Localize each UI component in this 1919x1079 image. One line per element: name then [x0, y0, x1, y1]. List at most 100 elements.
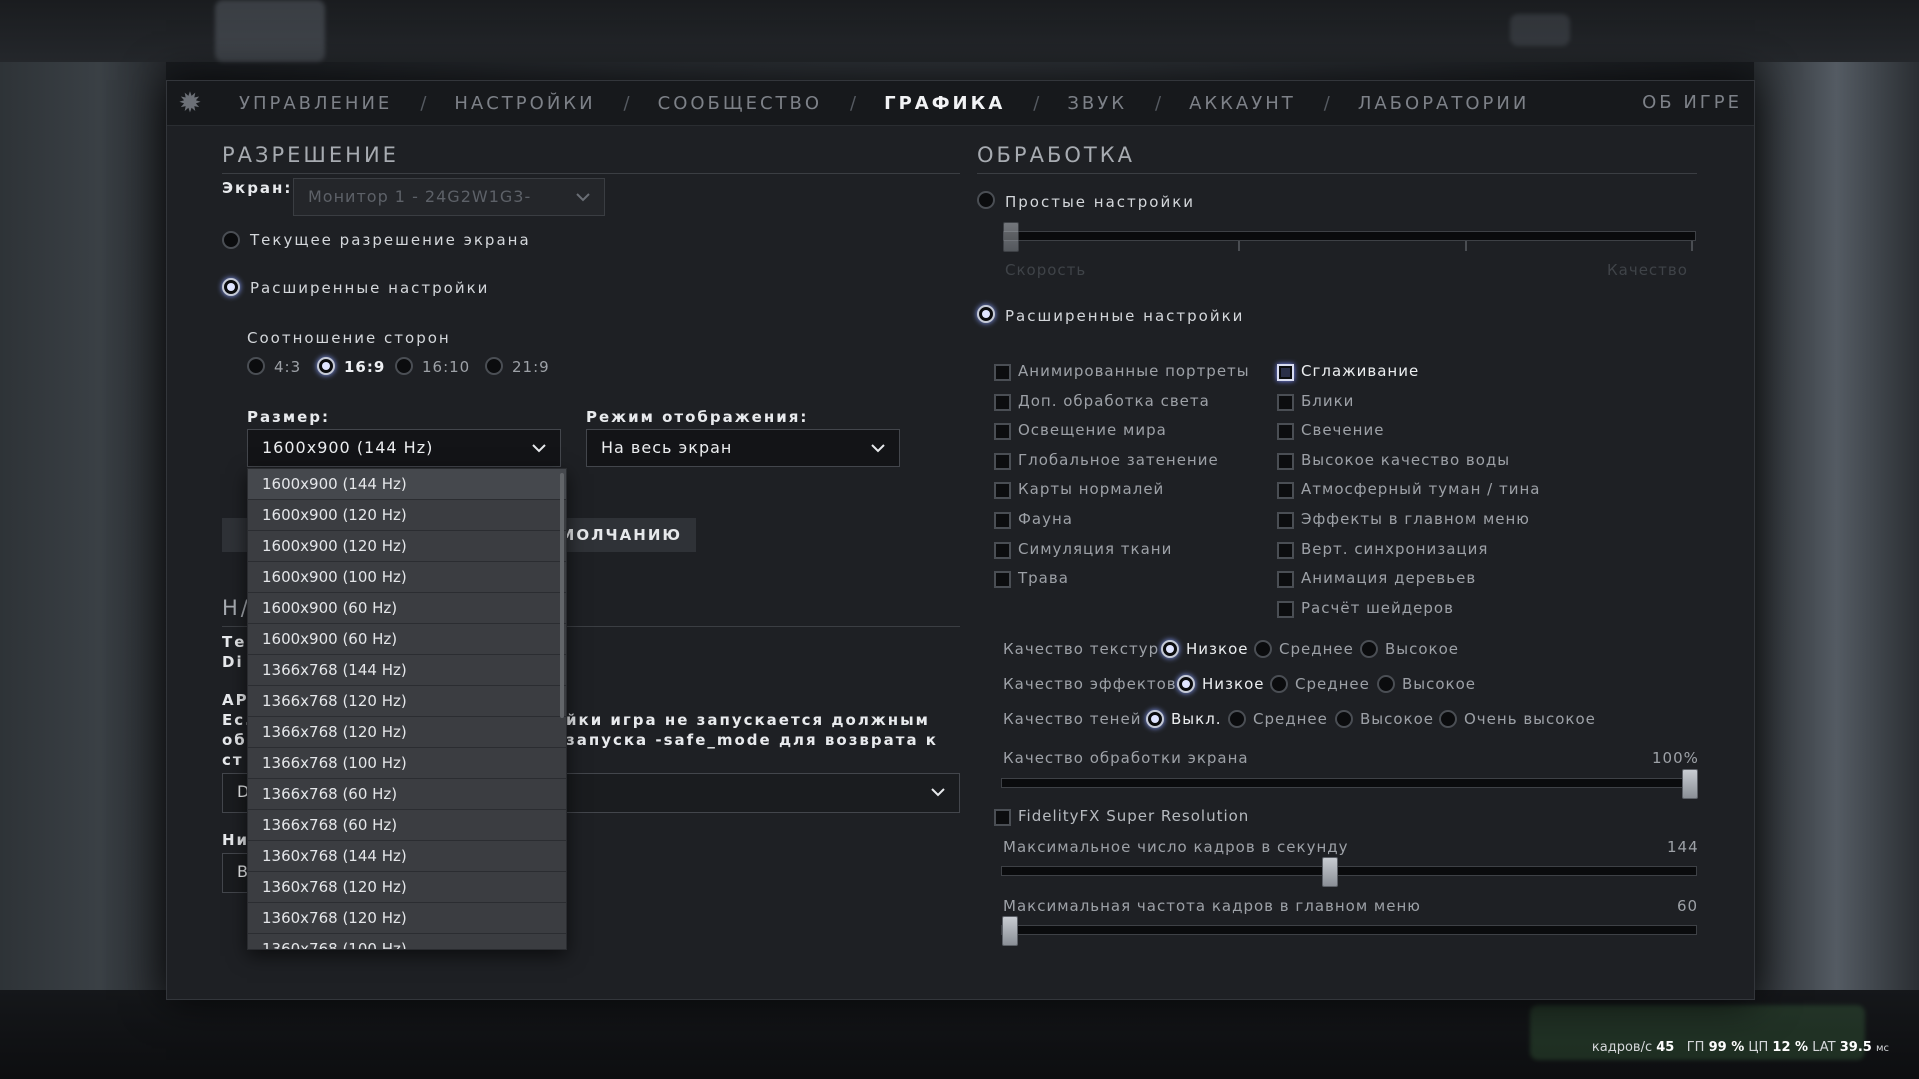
- graphics-option-label: Карты нормалей: [1018, 480, 1165, 499]
- graphics-option-checkbox[interactable]: [1277, 571, 1294, 589]
- slider-tick: [1465, 241, 1467, 251]
- resolution-title: РАЗРЕШЕНИЕ: [222, 143, 399, 167]
- partial-text: Те: [222, 633, 247, 651]
- chevron-down-icon: [929, 783, 947, 801]
- advanced-resolution-label: Расширенные настройки: [250, 279, 490, 297]
- graphics-option-label: Верт. синхронизация: [1301, 539, 1489, 558]
- radio-effects-high[interactable]: [1377, 675, 1395, 693]
- tab-about[interactable]: ОБ ИГРЕ: [1642, 81, 1742, 125]
- graphics-option-checkbox[interactable]: [1277, 364, 1294, 381]
- dropdown-scrollbar[interactable]: [560, 473, 564, 718]
- processing-title: ОБРАБОТКА: [977, 143, 1136, 167]
- simple-quality-thumb[interactable]: [1003, 222, 1019, 252]
- size-value: 1600x900 (144 Hz): [262, 438, 434, 457]
- nav-separator: /: [850, 92, 857, 114]
- graphics-option-checkbox[interactable]: [994, 512, 1011, 529]
- graphics-option-checkbox[interactable]: [1277, 482, 1294, 500]
- max-menu-fps-slider[interactable]: [1001, 916, 1697, 946]
- dropdown-option[interactable]: 1600x900 (144 Hz): [248, 469, 566, 500]
- simple-quality-slider[interactable]: [1003, 231, 1696, 241]
- tab-community[interactable]: СООБЩЕСТВО: [658, 93, 822, 114]
- tab-sound[interactable]: ЗВУК: [1067, 93, 1127, 114]
- display-mode-label: Режим отображения:: [586, 408, 809, 426]
- graphics-option-checkbox[interactable]: [1277, 600, 1294, 618]
- dropdown-option[interactable]: 1366x768 (100 Hz): [248, 748, 566, 779]
- graphics-option-label: Глобальное затенение: [1018, 450, 1219, 469]
- graphics-option-checkbox[interactable]: [994, 423, 1011, 441]
- fsr-checkbox[interactable]: [994, 809, 1011, 826]
- radio-texture-high[interactable]: [1360, 640, 1378, 658]
- screen-quality-label: Качество обработки экрана: [1003, 749, 1249, 767]
- dropdown-option[interactable]: 1360x768 (120 Hz): [248, 903, 566, 934]
- radio-advanced-resolution[interactable]: [222, 278, 240, 296]
- radio-shadow-high[interactable]: [1335, 710, 1353, 728]
- radio-advanced-processing[interactable]: [977, 305, 995, 323]
- graphics-option-checkbox[interactable]: [1277, 541, 1294, 559]
- graphics-option-checkbox[interactable]: [994, 571, 1011, 589]
- nav-separator: /: [623, 92, 630, 114]
- dropdown-option[interactable]: 1600x900 (120 Hz): [248, 531, 566, 562]
- radio-effects-medium[interactable]: [1270, 675, 1288, 693]
- radio-aspect-4-3[interactable]: [247, 357, 265, 375]
- graphics-option-checkbox[interactable]: [994, 452, 1011, 470]
- effects-high-label: Высокое: [1402, 675, 1477, 693]
- dropdown-option[interactable]: 1366x768 (120 Hz): [248, 686, 566, 717]
- radio-texture-low[interactable]: [1161, 640, 1179, 658]
- graphics-option-checkbox[interactable]: [1277, 512, 1294, 529]
- dropdown-option[interactable]: 1360x768 (144 Hz): [248, 841, 566, 872]
- quality-label: Качество: [1607, 261, 1688, 279]
- dropdown-option[interactable]: 1600x900 (100 Hz): [248, 562, 566, 593]
- safe-mode-warning-line1: йки игра не запускается должным: [566, 711, 930, 729]
- max-fps-slider[interactable]: [1001, 857, 1697, 887]
- graphics-option-checkbox[interactable]: [994, 482, 1011, 500]
- radio-shadow-medium[interactable]: [1228, 710, 1246, 728]
- dropdown-option[interactable]: 1366x768 (60 Hz): [248, 810, 566, 841]
- tab-graphics[interactable]: ГРАФИКА: [884, 93, 1005, 114]
- graphics-option-checkbox[interactable]: [1277, 452, 1294, 470]
- slider-tick: [1238, 241, 1240, 251]
- screen-quality-slider[interactable]: [1001, 769, 1698, 799]
- graphics-option-label: Высокое качество воды: [1301, 450, 1511, 469]
- radio-current-resolution[interactable]: [222, 231, 240, 249]
- radio-simple-settings[interactable]: [977, 191, 995, 209]
- tab-labs[interactable]: ЛАБОРАТОРИИ: [1358, 93, 1529, 114]
- size-select[interactable]: 1600x900 (144 Hz): [247, 429, 561, 467]
- slider-thumb[interactable]: [1002, 916, 1018, 946]
- radio-aspect-16-10[interactable]: [395, 357, 413, 375]
- radio-shadow-off[interactable]: [1146, 710, 1164, 728]
- graphics-option-checkbox[interactable]: [1277, 423, 1294, 441]
- graphics-option-checkbox[interactable]: [994, 393, 1011, 411]
- background-right: [1754, 62, 1919, 992]
- partial-text: Ни: [222, 831, 250, 849]
- display-mode-select[interactable]: На весь экран: [586, 429, 900, 467]
- dropdown-option[interactable]: 1366x768 (60 Hz): [248, 779, 566, 810]
- radio-effects-low[interactable]: [1177, 675, 1195, 693]
- partial-text: ст: [222, 751, 244, 769]
- screen-select[interactable]: Монитор 1 - 24G2W1G3-: [293, 178, 605, 216]
- radio-shadow-very-high[interactable]: [1439, 710, 1457, 728]
- dropdown-option[interactable]: 1366x768 (120 Hz): [248, 717, 566, 748]
- graphics-option-checkbox[interactable]: [994, 364, 1011, 381]
- radio-aspect-16-9[interactable]: [317, 357, 335, 375]
- screen-value: Монитор 1 - 24G2W1G3-: [308, 187, 532, 206]
- graphics-option-checkbox[interactable]: [1277, 393, 1294, 411]
- dropdown-option[interactable]: 1600x900 (120 Hz): [248, 500, 566, 531]
- dropdown-option[interactable]: 1600x900 (60 Hz): [248, 593, 566, 624]
- dropdown-option[interactable]: 1360x768 (120 Hz): [248, 872, 566, 903]
- background-hero-portrait: [215, 0, 325, 62]
- slider-thumb[interactable]: [1682, 769, 1698, 799]
- radio-texture-medium[interactable]: [1254, 640, 1272, 658]
- graphics-option-checkbox[interactable]: [994, 541, 1011, 559]
- dropdown-option[interactable]: 1360x768 (100 Hz): [248, 934, 566, 949]
- tab-settings[interactable]: НАСТРОЙКИ: [454, 93, 595, 114]
- screen-label: Экран:: [222, 179, 293, 197]
- slider-thumb[interactable]: [1322, 857, 1338, 887]
- dropdown-option[interactable]: 1600x900 (60 Hz): [248, 624, 566, 655]
- radio-aspect-21-9[interactable]: [485, 357, 503, 375]
- tab-account[interactable]: АККАУНТ: [1189, 93, 1296, 114]
- tab-controls[interactable]: УПРАВЛЕНИЕ: [239, 93, 392, 114]
- shadow-quality-label: Качество теней: [1003, 710, 1142, 728]
- performance-stats: кадров/с 45 ГП 99 % ЦП 12 % LAT 39.5 мс: [1591, 1040, 1889, 1055]
- dropdown-option[interactable]: 1366x768 (144 Hz): [248, 655, 566, 686]
- graphics-option-label: Эффекты в главном меню: [1301, 510, 1530, 528]
